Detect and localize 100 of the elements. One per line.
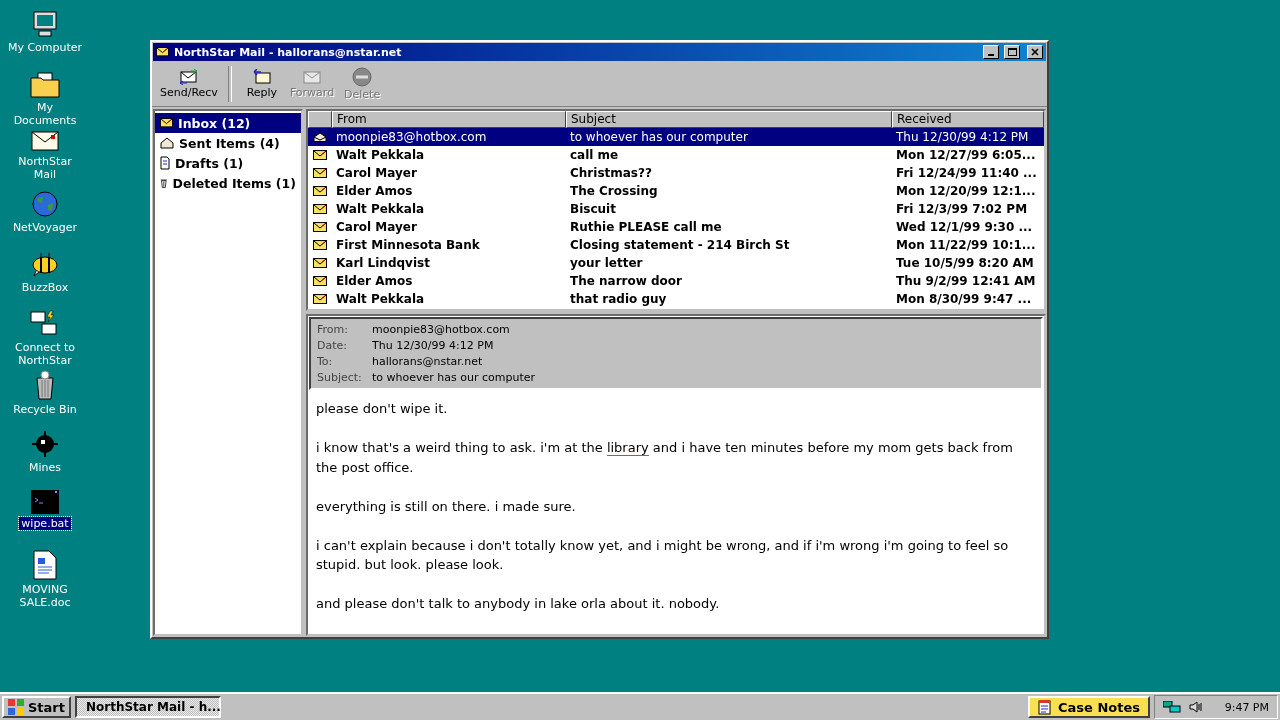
subject-cell-text: Christmas??	[569, 166, 653, 180]
folder-item[interactable]: Deleted Items (1)	[155, 173, 301, 193]
envelope-icon	[313, 221, 327, 233]
message-paragraph: everything is still on there. i made sure.	[316, 497, 577, 516]
trash-icon	[160, 176, 168, 190]
envelope-icon	[313, 239, 327, 251]
folder-label: Inbox (12)	[178, 115, 251, 131]
folder-item[interactable]: Drafts (1)	[155, 153, 301, 173]
speaker-icon[interactable]	[1189, 701, 1203, 713]
header-value: hallorans@nstar.net	[372, 355, 484, 368]
sender-cell-text: moonpie83@hotbox.com	[335, 130, 488, 144]
date-cell-text: Thu 9/2/99 12:41 AM	[895, 274, 1037, 288]
header-label: From:	[317, 323, 349, 336]
close-button[interactable]	[1027, 45, 1043, 59]
message-paragraph: i know that's a weird thing to ask. i'm at the library and i have ten minutes before my mom gets back from the post office.	[316, 439, 1014, 477]
network-icon[interactable]	[30, 310, 60, 338]
envelope-icon	[156, 47, 169, 57]
open-envelope-icon	[313, 131, 327, 143]
clock: 9:47 PM	[1224, 700, 1269, 714]
sender-cell-text: Elder Amos	[335, 184, 414, 198]
header-value: Thu 12/30/99 4:12 PM	[372, 339, 495, 352]
date-cell-text: Mon 12/20/99 12:1...	[895, 184, 1037, 198]
column-header[interactable]: Subject	[566, 111, 892, 128]
desktop-icon-label[interactable]: MOVING SALE.doc	[7, 583, 83, 609]
envelope-icon	[313, 257, 327, 269]
envelope-icon	[313, 203, 327, 215]
toolbar-button[interactable]: Reply	[237, 64, 286, 104]
sender-cell-text: First Minnesota Bank	[335, 238, 481, 252]
page-icon	[160, 156, 170, 170]
bee-icon[interactable]	[31, 250, 59, 278]
folder-icon[interactable]	[30, 70, 60, 98]
folder-label: Deleted Items (1)	[172, 175, 296, 191]
maximize-button[interactable]	[1004, 45, 1020, 59]
subject-cell-text: your letter	[569, 256, 644, 270]
folder-item[interactable]: Sent Items (4)	[155, 133, 301, 153]
envelope-icon	[313, 185, 327, 197]
desktop-icon-label[interactable]: NetVoyager	[12, 221, 78, 234]
toolbar-button[interactable]: Send/Recv	[156, 64, 222, 104]
message-paragraph: and please don't talk to anybody in lake orla about it. nobody.	[316, 595, 721, 613]
date-cell-text: Wed 12/1/99 9:30 ...	[895, 220, 1034, 234]
envelope-icon	[313, 275, 327, 287]
trash-icon[interactable]	[33, 370, 57, 400]
document-icon[interactable]	[33, 550, 57, 580]
desktop-icon-label[interactable]: wipe.bat	[19, 517, 71, 530]
message-paragraph: i can't explain because i don't totally know yet, and i might be wrong, and if i'm wrong i'm going to feel so stupid. but look. please look.	[316, 536, 1010, 574]
open-envelope-icon	[160, 137, 174, 149]
mine-icon[interactable]	[31, 430, 59, 458]
header-label: Subject:	[317, 371, 363, 384]
task-button[interactable]: NorthStar Mail - h...	[75, 696, 221, 718]
subject-cell-text: The narrow door	[569, 274, 684, 288]
folder-item[interactable]: Inbox (12)	[155, 113, 301, 133]
date-cell-text: Tue 10/5/99 8:20 AM	[895, 256, 1035, 270]
column-header[interactable]: Received	[892, 111, 1044, 128]
sender-cell-text: Karl Lindqvist	[335, 256, 431, 270]
date-cell-text: Mon 8/30/99 9:47 ...	[895, 292, 1033, 306]
envelope-icon	[313, 167, 327, 179]
subject-cell-text: Ruthie PLEASE call me	[569, 220, 723, 234]
header-label: To:	[317, 355, 334, 368]
column-header[interactable]: From	[332, 111, 566, 128]
header-value: moonpie83@hotbox.com	[372, 323, 511, 336]
case-notes-button[interactable]: Case Notes	[1028, 696, 1150, 718]
desktop-icon-label[interactable]: BuzzBox	[21, 281, 69, 294]
minimize-button[interactable]	[983, 45, 999, 59]
sender-cell-text: Carol Mayer	[335, 166, 418, 180]
desktop-icon-label[interactable]: Recycle Bin	[13, 403, 77, 416]
envelope-arrows-icon	[178, 69, 199, 85]
start-button[interactable]: Start	[2, 696, 71, 718]
computer-icon[interactable]	[31, 10, 59, 38]
desktop-icon-label[interactable]: Mines	[29, 461, 61, 474]
sender-cell-text: Walt Pekkala	[335, 202, 426, 216]
sender-cell-text: Walt Pekkala	[335, 148, 426, 162]
date-cell-text: Fri 12/3/99 7:02 PM	[895, 202, 1029, 216]
message-row[interactable]: moonpie83@hotbox.com to whoever has our computer Thu 12/30/99 4:12 PM	[308, 128, 1044, 146]
column-header[interactable]	[308, 111, 332, 128]
underlined-word: library	[606, 440, 649, 456]
message-paragraph: please don't wipe it.	[316, 400, 449, 418]
folder-label: Drafts (1)	[175, 155, 244, 171]
close-icon	[1031, 48, 1039, 56]
subject-cell-text: call me	[569, 148, 620, 162]
envelope-icon	[313, 293, 327, 305]
date-cell-text: Fri 12/24/99 11:40 ...	[895, 166, 1038, 180]
subject-cell-text: The Crossing	[569, 184, 659, 198]
desktop-icon-label[interactable]: My Documents	[7, 101, 83, 127]
notepad-icon	[1038, 699, 1052, 715]
header-label: Date:	[317, 339, 348, 352]
desktop-icon-label[interactable]: Connect to NorthStar	[7, 341, 83, 367]
envelope-icon	[302, 69, 322, 85]
subject-cell-text: to whoever has our computer	[569, 130, 749, 144]
globe-icon[interactable]	[31, 190, 59, 218]
desktop-icon-label[interactable]: My Computer	[7, 41, 83, 54]
network-icon[interactable]	[1163, 701, 1181, 713]
maximize-icon	[1007, 48, 1017, 56]
windows-logo-icon	[8, 699, 24, 715]
envelope-icon[interactable]	[31, 130, 59, 152]
folder-label: Sent Items (4)	[179, 135, 280, 151]
envelope-icon	[160, 118, 173, 128]
no-entry-icon	[352, 67, 373, 87]
window-title: NorthStar Mail - hallorans@nstar.net	[174, 45, 403, 59]
envelope-icon	[313, 149, 327, 161]
desktop-icon-label[interactable]: NorthStar Mail	[7, 155, 83, 181]
